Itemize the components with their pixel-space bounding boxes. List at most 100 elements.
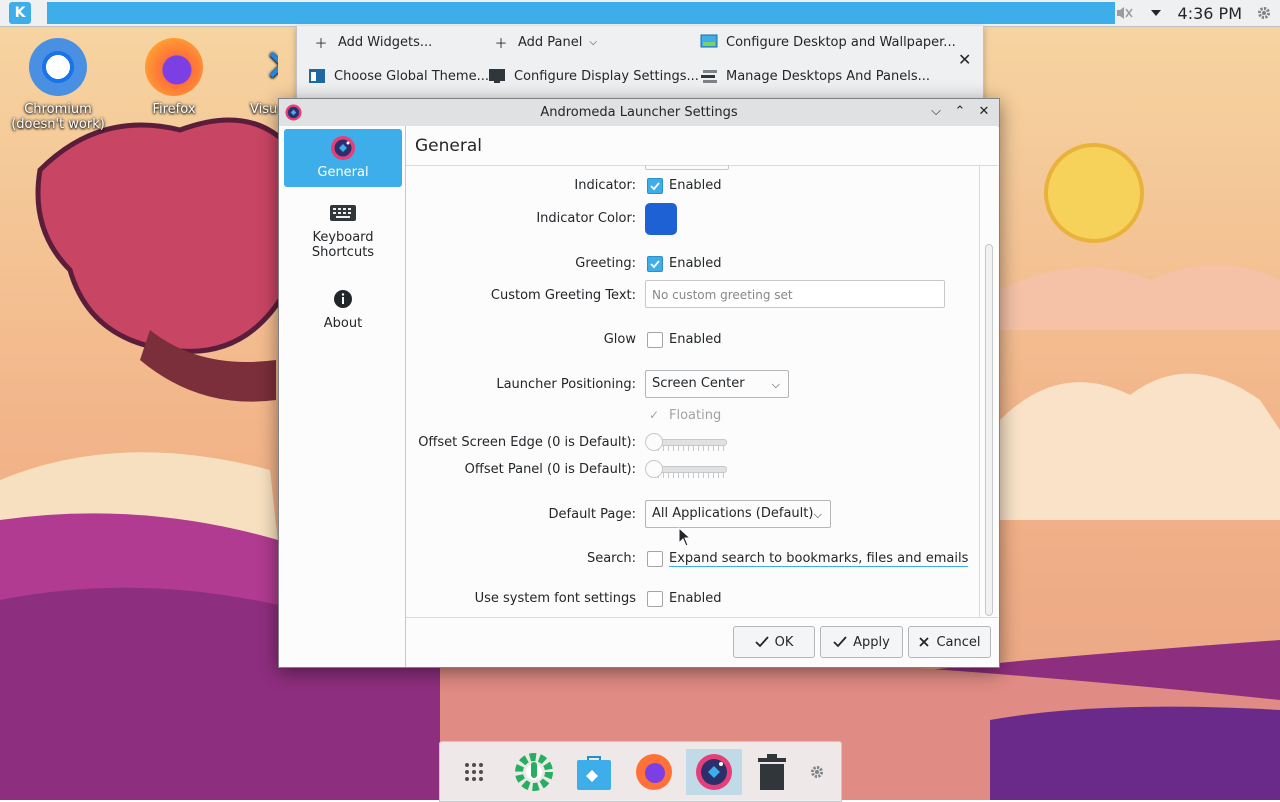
dialog-title: Andromeda Launcher Settings (540, 105, 738, 120)
indicator-checkbox[interactable] (647, 178, 663, 194)
positioning-label: Launcher Positioning: (496, 377, 636, 392)
configure-desktop-button[interactable]: Configure Desktop and Wallpaper... (699, 34, 956, 50)
slider-handle[interactable] (645, 460, 663, 478)
close-button[interactable]: ✕ (975, 103, 993, 121)
desktop-wallpaper-icon (699, 34, 719, 50)
settings-dialog: Andromeda Launcher Settings ⌵ ⌃ ✕ Genera… (278, 98, 1000, 668)
clock[interactable]: 4:36 PM (1178, 4, 1242, 23)
greeting-enabled-text[interactable]: Enabled (669, 256, 722, 271)
trash-icon[interactable] (748, 749, 796, 795)
greeting-checkbox[interactable] (647, 256, 663, 272)
chevron-down-icon: ⌵ (771, 378, 780, 391)
desktop-icon-chromium[interactable]: Chromium (doesn't work) (8, 38, 108, 132)
cancel-label: Cancel (936, 634, 981, 650)
default-page-dropdown[interactable]: All Applications (Default) ⌵ (645, 500, 831, 528)
dock-panel (439, 741, 842, 802)
display-icon (487, 68, 507, 84)
sidebar-item-about[interactable]: About (284, 286, 402, 338)
choose-theme-button[interactable]: Choose Global Theme... (307, 68, 489, 84)
offset-edge-slider[interactable] (645, 432, 727, 452)
checkmark-icon (833, 636, 847, 648)
store-icon[interactable] (570, 749, 618, 795)
indicator-color-label: Indicator Color: (536, 211, 636, 226)
discover-icon[interactable] (510, 749, 558, 795)
close-icon[interactable]: ✕ (958, 50, 971, 69)
default-page-label: Default Page: (548, 507, 636, 522)
andromeda-icon[interactable] (686, 749, 742, 795)
ok-button[interactable]: OK (733, 626, 815, 658)
slider-handle[interactable] (645, 433, 663, 451)
configure-display-button[interactable]: Configure Display Settings... (487, 68, 699, 84)
cancel-button[interactable]: Cancel (908, 626, 991, 658)
indicator-enabled-text[interactable]: Enabled (669, 178, 722, 193)
add-panel-button[interactable]: ＋ Add Panel ⌵ (491, 34, 596, 52)
system-font-enabled-text[interactable]: Enabled (669, 591, 722, 606)
choose-theme-label: Choose Global Theme... (334, 68, 489, 84)
vertical-scrollbar[interactable] (985, 239, 993, 619)
apply-label: Apply (853, 634, 890, 650)
sidebar-item-label: General (317, 165, 369, 180)
indicator-color-swatch[interactable] (645, 203, 677, 235)
minimize-button[interactable]: ⌵ (927, 103, 945, 121)
system-tray: 4:36 PM (1108, 0, 1280, 26)
positioning-value: Screen Center (652, 376, 745, 391)
top-panel: K 4:36 PM (0, 0, 1280, 27)
default-page-value: All Applications (Default) (652, 506, 814, 521)
volume-muted-icon[interactable] (1114, 3, 1134, 23)
firefox-icon[interactable] (630, 749, 678, 795)
maximize-button[interactable]: ⌃ (951, 103, 969, 121)
app-grid-icon[interactable] (450, 749, 498, 795)
keyboard-icon (284, 200, 402, 226)
search-checkbox[interactable] (647, 551, 663, 567)
panel-toolbox: ＋ Add Widgets... ＋ Add Panel ⌵ Configure… (296, 26, 984, 99)
desktop-icon-label: Firefox (152, 102, 196, 117)
titlebar[interactable]: Andromeda Launcher Settings ⌵ ⌃ ✕ (279, 99, 999, 127)
chevron-down-icon: ⌵ (813, 508, 822, 521)
offset-panel-slider[interactable] (645, 459, 727, 479)
checkmark-icon (650, 182, 660, 191)
mouse-cursor-icon (678, 527, 692, 547)
manage-desktops-button[interactable]: Manage Desktops And Panels... (699, 68, 930, 84)
panels-icon (699, 68, 719, 84)
desktop-icon-label: Visu (250, 102, 278, 117)
positioning-dropdown[interactable]: Screen Center ⌵ (645, 370, 789, 398)
plus-icon: ＋ (314, 36, 328, 52)
add-panel-label: Add Panel (518, 34, 583, 50)
apply-button[interactable]: Apply (820, 626, 903, 658)
scrollbar-handle[interactable] (985, 244, 993, 616)
checkmark-icon (754, 636, 769, 648)
scrolled-control-edge (645, 165, 729, 170)
floating-text: Floating (669, 408, 722, 423)
scroll-area-border (979, 165, 980, 617)
panel-edit-bar[interactable] (47, 2, 1115, 24)
footer-separator (406, 617, 998, 618)
dock-settings-icon[interactable] (802, 749, 832, 795)
search-label: Search: (586, 551, 636, 566)
kde-menu-icon[interactable]: K (9, 2, 31, 24)
greeting-label: Greeting: (575, 256, 636, 271)
page-header: General (406, 126, 998, 166)
glow-enabled-text[interactable]: Enabled (669, 332, 722, 347)
checkmark-icon (650, 260, 660, 269)
glow-label: Glow (603, 332, 636, 347)
tray-expand-icon[interactable] (1146, 3, 1166, 23)
custom-greeting-label: Custom Greeting Text: (490, 288, 636, 303)
desktop-icon-vscode[interactable]: ✕ Visu (214, 38, 278, 117)
add-widgets-label: Add Widgets... (338, 34, 433, 50)
glow-checkbox[interactable] (647, 332, 663, 348)
configure-display-label: Configure Display Settings... (514, 68, 699, 84)
settings-sidebar: General Keyboard Shortcuts About (279, 126, 406, 667)
theme-icon (307, 68, 327, 84)
system-font-checkbox[interactable] (647, 591, 663, 607)
sidebar-item-general[interactable]: General (284, 129, 402, 187)
search-expand-text[interactable]: Expand search to bookmarks, files and em… (669, 551, 969, 567)
system-font-label: Use system font settings (474, 591, 636, 606)
configure-desktop-label: Configure Desktop and Wallpaper... (726, 34, 956, 50)
add-widgets-button[interactable]: ＋ Add Widgets... (311, 34, 433, 52)
sidebar-item-keyboard-shortcuts[interactable]: Keyboard Shortcuts (284, 200, 402, 272)
close-icon (919, 637, 930, 647)
desktop-icon-label: Chromium (doesn't work) (11, 102, 105, 132)
desktop-icon-firefox[interactable]: Firefox (124, 38, 224, 117)
custom-greeting-input[interactable]: No custom greeting set (645, 280, 945, 308)
settings-icon[interactable] (1254, 3, 1274, 23)
